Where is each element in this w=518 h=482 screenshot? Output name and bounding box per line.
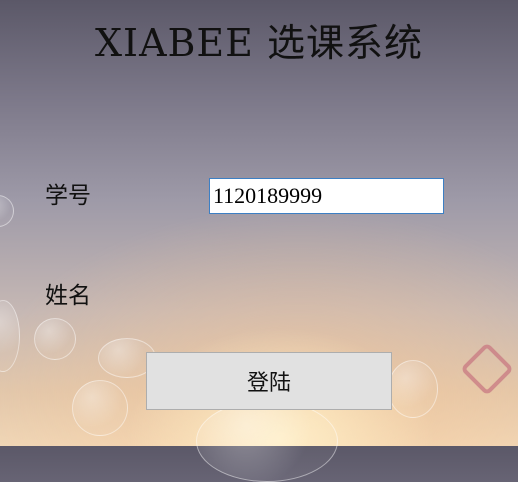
name-label: 姓名: [45, 283, 91, 309]
login-button[interactable]: 登陆: [146, 352, 392, 410]
bubble-decoration: [196, 400, 338, 482]
student-id-label: 学号: [45, 183, 91, 209]
bubble-decoration: [0, 300, 20, 372]
bubble-decoration: [34, 318, 76, 360]
bubble-decoration: [72, 380, 128, 436]
bubble-wand-decoration: [460, 342, 514, 396]
student-id-input[interactable]: [209, 178, 444, 214]
bubble-decoration: [388, 360, 438, 418]
bubble-decoration: [0, 195, 14, 227]
app-title: XIABEE 选课系统: [95, 21, 423, 65]
